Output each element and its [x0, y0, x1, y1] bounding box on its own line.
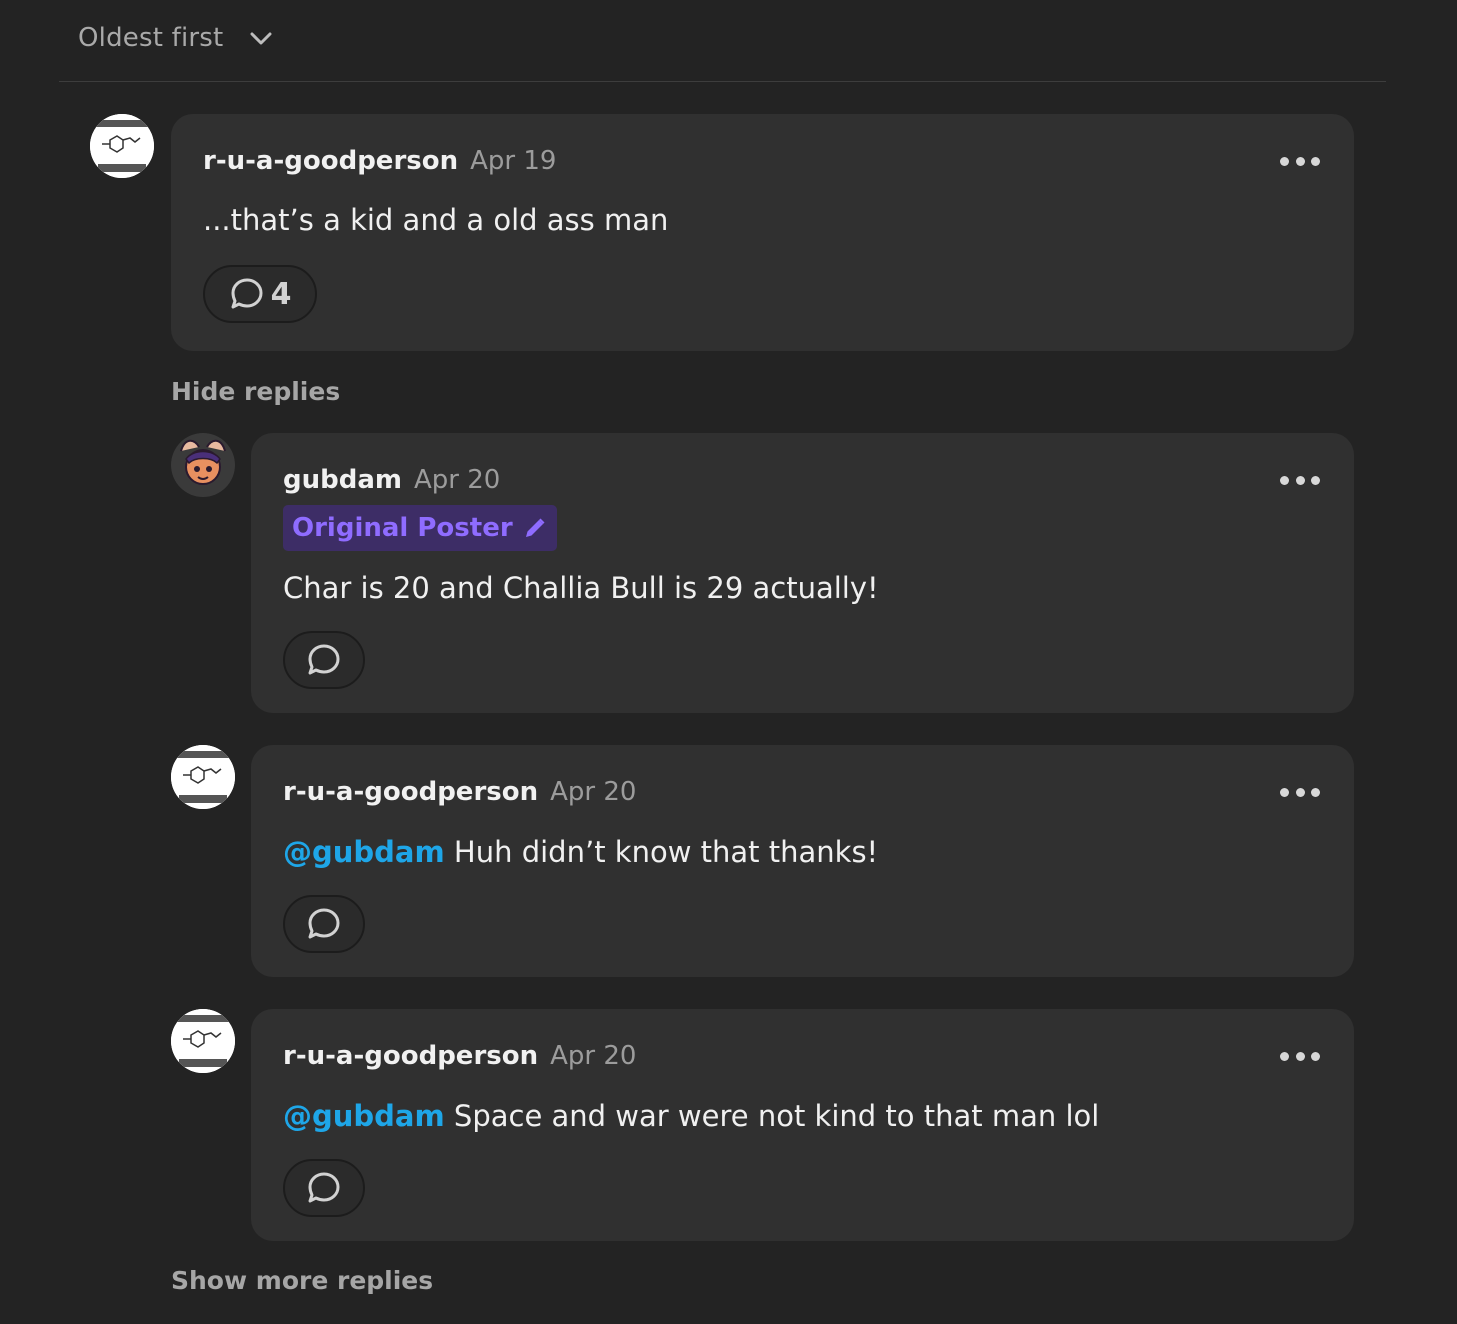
- sort-bar: Oldest first: [59, 0, 1386, 82]
- avatar[interactable]: [90, 114, 154, 178]
- comment-card: r-u-a-goodperson Apr 19 ...that’s a kid a…: [171, 114, 1354, 351]
- reply-card: gubdam Apr 20 Original Poster Char is 20 …: [251, 433, 1354, 713]
- comment-author[interactable]: r-u-a-goodperson: [203, 146, 458, 176]
- sort-dropdown-label[interactable]: Oldest first: [78, 23, 223, 53]
- reply-date: Apr 20: [550, 777, 637, 807]
- avatar[interactable]: [171, 1009, 235, 1073]
- comment-text: ...that’s a kid and a old ass man: [203, 203, 669, 237]
- mention-link[interactable]: @gubdam: [283, 1099, 445, 1133]
- chevron-down-icon[interactable]: [249, 31, 273, 47]
- show-more-replies-link[interactable]: Show more replies: [171, 1266, 433, 1295]
- more-options-icon[interactable]: [1280, 785, 1320, 799]
- reply-date: Apr 20: [413, 465, 501, 495]
- reply-button[interactable]: [283, 895, 365, 953]
- reply-card: r-u-a-goodperson Apr 20 @gubdam Space and…: [251, 1009, 1354, 1241]
- original-poster-badge: Original Poster: [283, 505, 557, 551]
- speech-bubble-icon: [308, 644, 340, 675]
- mention-link[interactable]: @gubdam: [283, 835, 445, 869]
- avatar[interactable]: [171, 745, 235, 809]
- reply-author[interactable]: r-u-a-goodperson: [283, 1041, 538, 1071]
- reply-date: Apr 20: [550, 1041, 637, 1071]
- reply-count-button[interactable]: 4: [203, 265, 317, 323]
- original-poster-label: Original Poster: [292, 513, 513, 543]
- speech-bubble-icon: [231, 278, 263, 309]
- more-options-icon[interactable]: [1280, 1049, 1320, 1063]
- reply-text-body: Huh didn’t know that thanks!: [444, 835, 879, 869]
- speech-bubble-icon: [308, 1172, 340, 1203]
- pencil-icon: [525, 518, 545, 537]
- speech-bubble-icon: [308, 908, 340, 939]
- reply-button[interactable]: [283, 1159, 365, 1217]
- avatar[interactable]: [171, 433, 235, 497]
- more-options-icon[interactable]: [1280, 473, 1320, 487]
- reply-button[interactable]: [283, 631, 365, 689]
- more-options-icon[interactable]: [1280, 154, 1320, 168]
- reply-count: 4: [270, 276, 292, 312]
- reply-text: Char is 20 and Challia Bull is 29 actual…: [283, 571, 879, 605]
- reply-text-body: Space and war were not kind to that man …: [444, 1099, 1100, 1133]
- reply-author[interactable]: gubdam: [283, 465, 402, 495]
- hide-replies-link[interactable]: Hide replies: [171, 377, 340, 406]
- reply-author[interactable]: r-u-a-goodperson: [283, 777, 538, 807]
- reply-card: r-u-a-goodperson Apr 20 @gubdam Huh didn’…: [251, 745, 1354, 977]
- comment-date: Apr 19: [470, 146, 557, 176]
- reply-text: @gubdam Space and war were not kind to t…: [283, 1099, 1099, 1133]
- reply-text: @gubdam Huh didn’t know that thanks!: [283, 835, 878, 869]
